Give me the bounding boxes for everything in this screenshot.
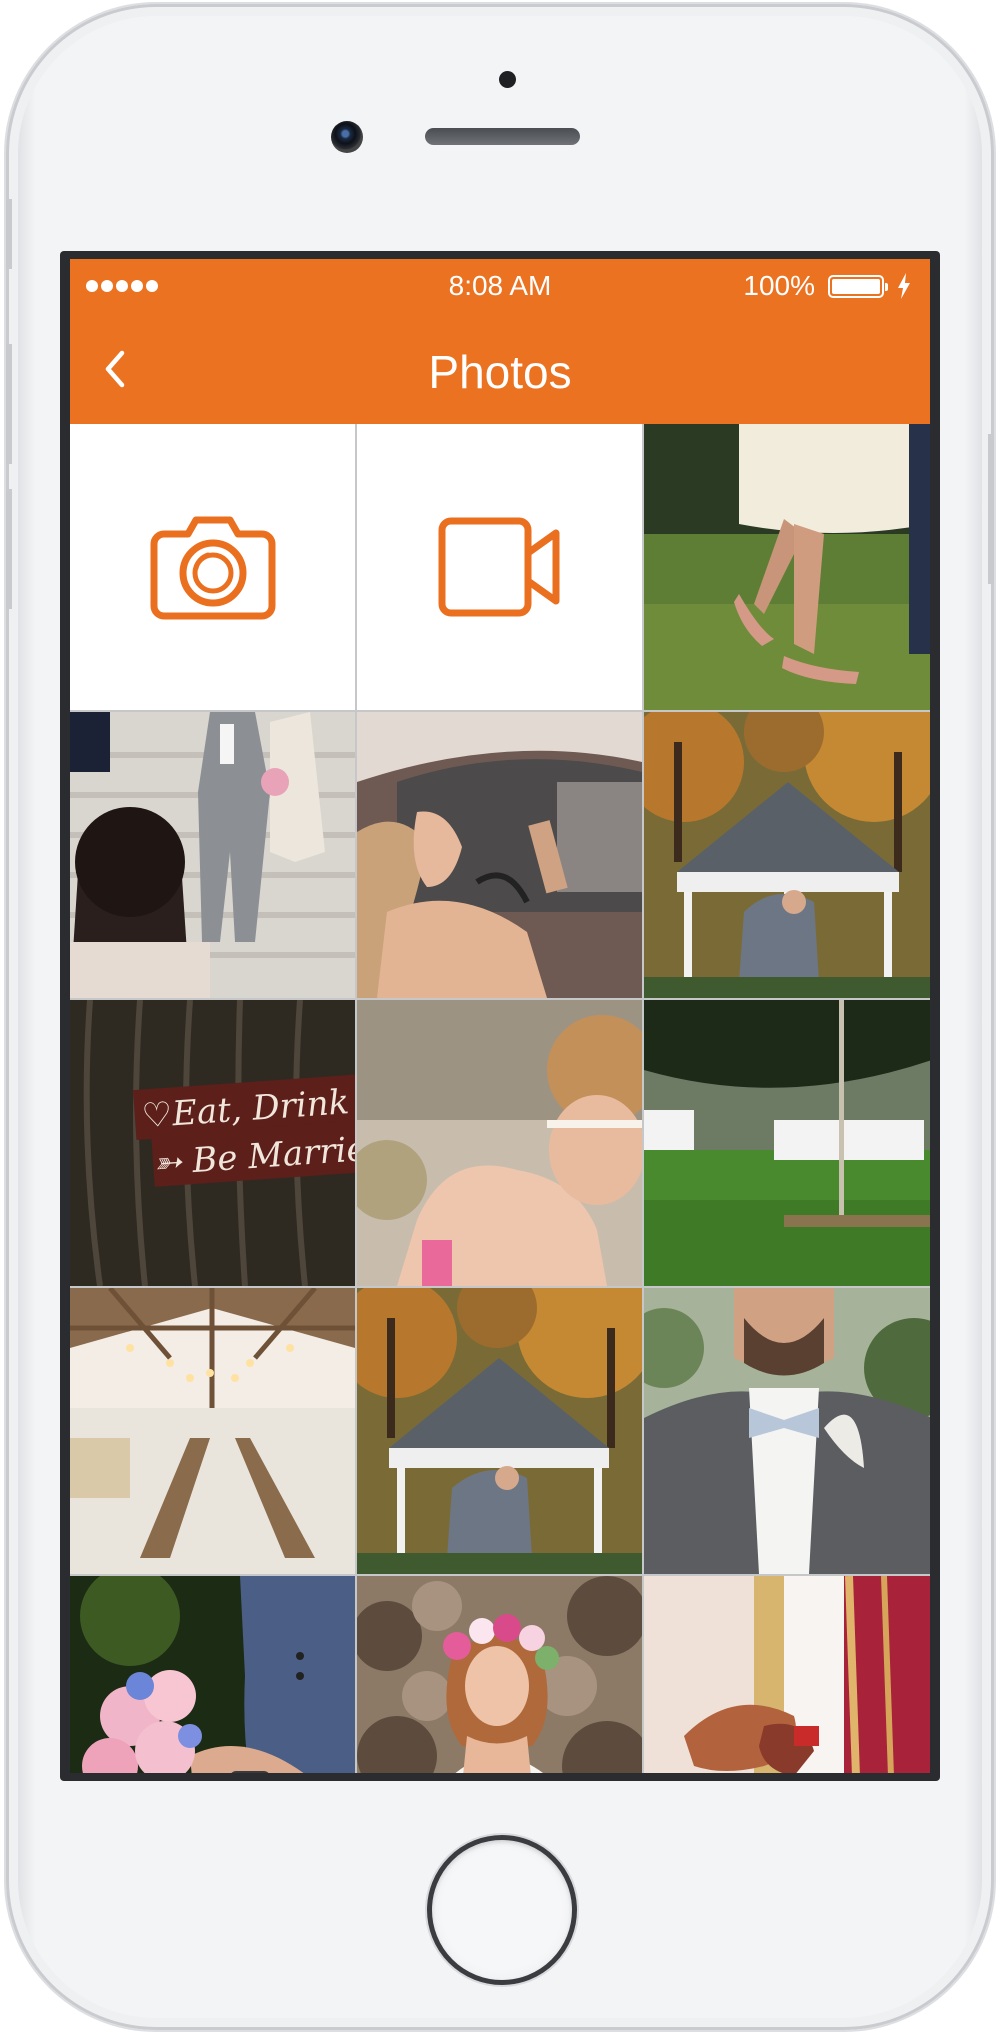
photo-lawn-swing[interactable] <box>644 1000 930 1286</box>
photo-gazebo-kiss[interactable] <box>644 712 930 998</box>
photo-henna-hands[interactable] <box>644 1576 930 1773</box>
screen: 8:08 AM 100% Photos ♡Eat, Drink ➳ Be Mar… <box>60 251 940 1781</box>
photo-image <box>644 1000 930 1286</box>
camera-icon <box>150 516 275 620</box>
video-camera-icon <box>438 517 559 617</box>
photo-bride-flower-crown[interactable] <box>357 1576 642 1773</box>
power-button <box>988 434 994 584</box>
photo-gazebo-kiss-2[interactable] <box>357 1288 642 1574</box>
battery-icon <box>828 275 888 298</box>
photo-image <box>357 1576 642 1773</box>
take-photo-button[interactable] <box>70 424 355 710</box>
photo-image <box>357 712 642 998</box>
photo-image <box>70 1576 355 1773</box>
photo-image <box>644 424 930 710</box>
photo-groom-bowtie[interactable] <box>644 1288 930 1574</box>
photo-image <box>644 1576 930 1773</box>
photo-image <box>70 1288 355 1574</box>
photo-bouquet-watch[interactable] <box>70 1576 355 1773</box>
charging-bolt-icon <box>898 273 910 299</box>
photo-car-makeup[interactable] <box>357 712 642 998</box>
photo-image <box>70 712 355 998</box>
nav-bar: Photos <box>70 313 930 424</box>
earpiece-speaker <box>425 128 580 145</box>
page-title: Photos <box>428 346 572 398</box>
battery-percentage: 100% <box>743 270 815 301</box>
volume-down-button <box>6 489 12 609</box>
home-button[interactable] <box>427 1835 577 1985</box>
record-video-button[interactable] <box>357 424 642 710</box>
photo-eat-drink-sign[interactable]: ♡Eat, Drink a ➳ Be Married <box>70 1000 355 1286</box>
proximity-sensor <box>499 71 516 88</box>
photos-app: 8:08 AM 100% Photos ♡Eat, Drink ➳ Be Mar… <box>70 259 930 1773</box>
photo-image <box>357 1000 642 1286</box>
photo-image: ♡Eat, Drink a ➳ Be Married <box>70 1000 355 1286</box>
photo-bride-updo[interactable] <box>357 1000 642 1286</box>
photo-image <box>357 1288 642 1574</box>
photo-image <box>644 712 930 998</box>
mute-switch <box>6 199 12 269</box>
status-bar: 8:08 AM 100% <box>70 259 930 313</box>
photo-couple-stairs[interactable] <box>70 712 355 998</box>
photo-barn-reception[interactable] <box>70 1288 355 1574</box>
volume-up-button <box>6 344 12 464</box>
photo-dress-heels[interactable] <box>644 424 930 710</box>
front-camera <box>331 121 363 153</box>
photo-grid: ♡Eat, Drink a ➳ Be Married <box>70 424 930 1773</box>
photo-image <box>644 1288 930 1574</box>
